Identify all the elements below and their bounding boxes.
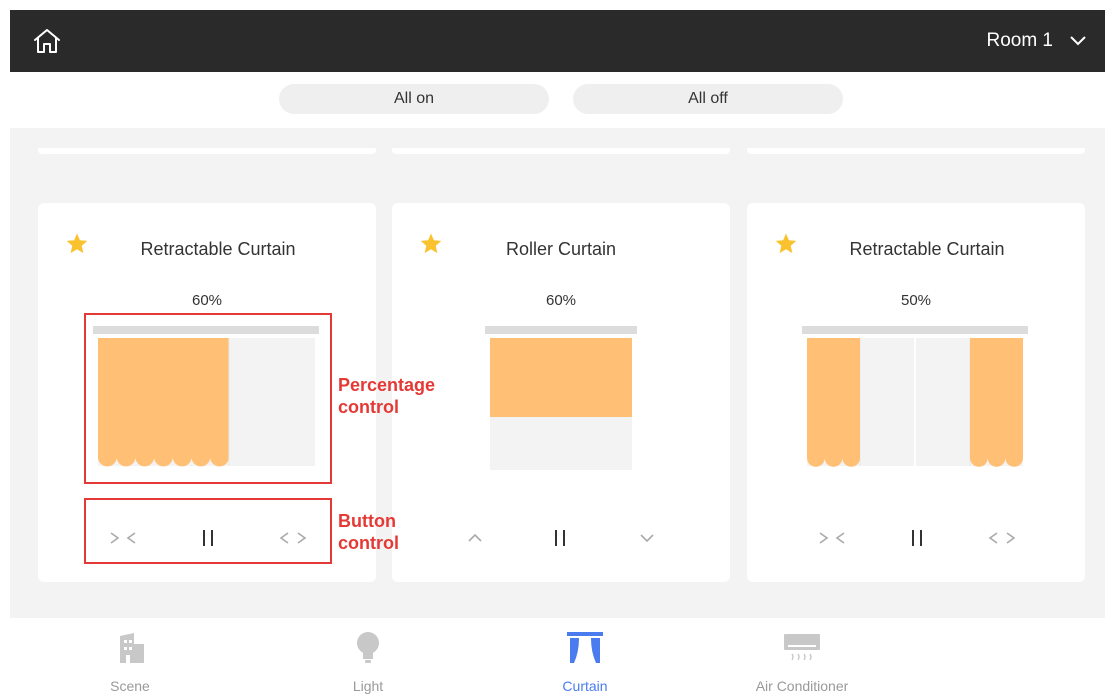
bulb-icon — [357, 632, 379, 663]
chevron-down-icon — [1070, 36, 1086, 46]
nav-label: Curtain — [562, 678, 608, 694]
curtain-card: Roller Curtain 60% — [392, 203, 730, 582]
pause-button[interactable] — [540, 523, 580, 553]
close-arrows-icon — [819, 532, 845, 544]
curtain-icon — [567, 632, 603, 663]
curtain-percentage-slider[interactable] — [485, 326, 637, 473]
lower-curtain-button[interactable] — [627, 523, 667, 553]
percent-label: 60% — [545, 292, 577, 309]
card-stub-top — [38, 148, 376, 154]
close-curtain-button[interactable] — [812, 523, 852, 553]
chevron-up-icon — [468, 533, 482, 542]
open-curtain-button[interactable] — [982, 523, 1022, 553]
nav-label: Air Conditioner — [755, 678, 849, 694]
card-stub-top — [392, 148, 730, 154]
nav-curtain[interactable]: Curtain — [495, 618, 675, 695]
curtain-percentage-slider[interactable] — [802, 326, 1028, 473]
pause-icon — [555, 530, 565, 546]
room-name: Room 1 — [986, 30, 1053, 51]
button-control-highlight — [84, 498, 332, 564]
percentage-control-annotation: Percentage control — [338, 375, 436, 417]
open-arrows-icon — [988, 532, 1016, 544]
air-conditioner-icon — [784, 634, 820, 661]
button-control-annotation: Button control — [338, 511, 399, 553]
room-selector[interactable]: Room 1 — [986, 10, 1087, 72]
curtain-card: Retractable Curtain 50% — [747, 203, 1085, 582]
home-icon[interactable] — [32, 27, 62, 55]
percent-label: 60% — [191, 292, 223, 309]
card-title: Roller Curtain — [505, 239, 617, 259]
chevron-down-icon — [640, 534, 654, 543]
top-bar: Room 1 — [10, 10, 1105, 72]
percentage-control-highlight — [84, 313, 332, 484]
all-off-button[interactable]: All off — [573, 84, 843, 114]
percent-label: 50% — [900, 292, 932, 309]
all-actions-bar: All on All off — [10, 72, 1105, 128]
card-title: Retractable Curtain — [140, 239, 296, 259]
pause-icon — [912, 530, 922, 546]
nav-scene[interactable]: Scene — [40, 618, 220, 695]
nav-light[interactable]: Light — [278, 618, 458, 695]
building-icon — [120, 633, 144, 663]
bottom-navigation: Scene Light Curtain Air Conditioner — [10, 618, 1105, 695]
card-title: Retractable Curtain — [849, 239, 1005, 259]
nav-air-conditioner[interactable]: Air Conditioner — [712, 618, 892, 695]
nav-label: Light — [352, 678, 384, 694]
pause-button[interactable] — [897, 523, 937, 553]
card-stub-top — [747, 148, 1085, 154]
raise-curtain-button[interactable] — [455, 523, 495, 553]
all-on-button[interactable]: All on — [279, 84, 549, 114]
nav-label: Scene — [110, 678, 150, 694]
